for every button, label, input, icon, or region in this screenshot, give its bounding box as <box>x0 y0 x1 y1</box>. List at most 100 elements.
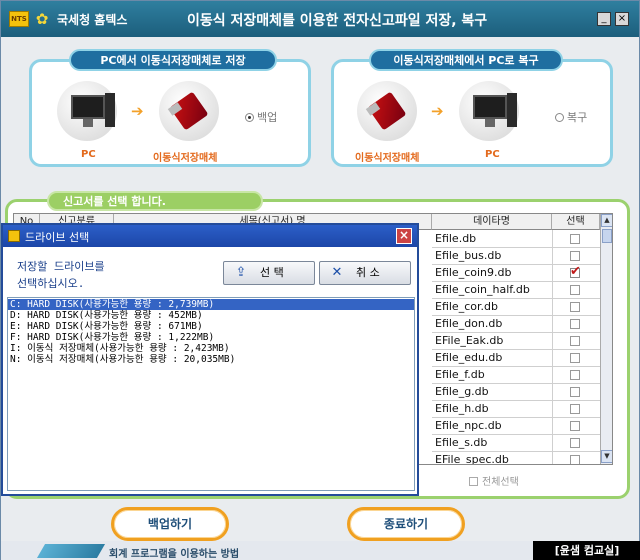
row-select-checkbox[interactable] <box>570 370 580 380</box>
footer-text[interactable]: 회계 프로그램을 이용하는 방법 <box>109 545 239 560</box>
usb-label: 이동식저장매체 <box>153 153 218 164</box>
vertical-scrollbar[interactable]: ▲ ▼ <box>600 214 612 464</box>
dialog-close-button[interactable]: × <box>396 228 412 244</box>
drive-item[interactable]: N: 이동식 저장매체(사용가능한 용량 : 20,035MB) <box>8 354 414 365</box>
restore-option-label: 복구 <box>567 111 588 124</box>
restore-option[interactable]: 복구 <box>555 109 587 125</box>
data-file-name: Efile_coin9.db <box>435 266 512 279</box>
usb-drive-icon <box>357 81 417 141</box>
upload-icon: ⇪ <box>235 265 247 280</box>
table-row[interactable]: Efile_s.db <box>432 435 602 452</box>
pc-label: PC <box>81 149 96 160</box>
data-file-name: Efile_npc.db <box>435 419 502 432</box>
table-row[interactable]: Efile_g.db <box>432 384 602 401</box>
table-row[interactable]: Efile_don.db <box>432 316 602 333</box>
drive-item[interactable]: C: HARD DISK(사용가능한 용량 : 2,739MB) <box>8 299 414 310</box>
title-bar: NTS ✿ 국세청 홈텍스 이동식 저장매체를 이용한 전자신고파일 저장, 복… <box>1 1 639 37</box>
col-header-data[interactable]: 데이타명 <box>432 214 552 230</box>
app-window: NTS ✿ 국세청 홈텍스 이동식 저장매체를 이용한 전자신고파일 저장, 복… <box>0 0 640 560</box>
data-file-name: Efile_h.db <box>435 402 489 415</box>
data-file-name: Efile_don.db <box>435 317 503 330</box>
table-row[interactable]: Efile_npc.db <box>432 418 602 435</box>
restore-panel-title: 이동식저장매체에서 PC로 복구 <box>369 49 563 71</box>
nts-logo: NTS <box>9 11 29 27</box>
data-file-name: Efile.db <box>435 232 477 245</box>
table-row[interactable]: Efile_f.db <box>432 367 602 384</box>
data-file-name: Efile_f.db <box>435 368 485 381</box>
row-select-checkbox[interactable] <box>570 421 580 431</box>
row-select-checkbox[interactable] <box>570 336 580 346</box>
table-row[interactable]: Efile.db <box>432 231 602 248</box>
dialog-title-bar: 드라이브 선택 × <box>3 225 417 247</box>
select-button-label: 선 택 <box>260 266 284 279</box>
drive-item[interactable]: D: HARD DISK(사용가능한 용량 : 452MB) <box>8 310 414 321</box>
table-row[interactable]: EFile_Eak.db <box>432 333 602 350</box>
table-row[interactable]: Efile_coin9.db <box>432 264 602 282</box>
backup-panel-title: PC에서 이동식저장매체로 저장 <box>69 49 277 71</box>
row-select-checkbox[interactable] <box>570 234 580 244</box>
row-select-checkbox[interactable] <box>570 387 580 397</box>
flower-logo-icon: ✿ <box>35 10 49 28</box>
data-file-name: Efile_bus.db <box>435 249 502 262</box>
row-select-checkbox[interactable] <box>570 353 580 363</box>
scroll-thumb[interactable] <box>602 229 612 243</box>
cancel-button-label: 취 소 <box>356 266 380 279</box>
row-select-checkbox[interactable] <box>570 264 581 279</box>
select-all-label: 전체선택 <box>482 477 519 488</box>
usb-label: 이동식저장매체 <box>355 153 420 164</box>
data-file-name: Efile_coin_half.db <box>435 283 530 296</box>
backup-button[interactable]: 백업하기 <box>111 507 229 541</box>
select-button[interactable]: ⇪ 선 택 <box>223 261 315 285</box>
drive-item[interactable]: F: HARD DISK(사용가능한 용량 : 1,222MB) <box>8 332 414 343</box>
row-select-checkbox[interactable] <box>570 302 580 312</box>
dialog-app-icon <box>8 230 20 242</box>
row-select-checkbox[interactable] <box>570 455 580 464</box>
select-all-checkbox[interactable] <box>469 477 478 486</box>
exit-button[interactable]: 종료하기 <box>347 507 465 541</box>
data-file-name: EFile_spec.db <box>435 453 509 465</box>
table-row[interactable]: Efile_h.db <box>432 401 602 418</box>
org-name: 국세청 홈텍스 <box>57 13 128 27</box>
table-row[interactable]: Efile_coin_half.db <box>432 282 602 299</box>
usb-drive-icon <box>159 81 219 141</box>
select-all[interactable]: 전체선택 <box>469 473 519 488</box>
window-title: 이동식 저장매체를 이용한 전자신고파일 저장, 복구 <box>187 13 488 29</box>
drive-list[interactable]: C: HARD DISK(사용가능한 용량 : 2,739MB) D: HARD … <box>7 297 415 491</box>
dialog-message-line1: 저장할 드라이브를 <box>17 260 105 273</box>
pc-icon <box>459 81 519 141</box>
table-row[interactable]: Efile_bus.db <box>432 248 602 265</box>
dialog-message-line2: 선택하십시오. <box>17 277 85 290</box>
dialog-title: 드라이브 선택 <box>25 231 90 244</box>
row-select-checkbox[interactable] <box>570 438 580 448</box>
scroll-down-icon[interactable]: ▼ <box>601 450 612 463</box>
arrow-right-icon: ➔ <box>431 102 444 120</box>
backup-option-label: 백업 <box>257 111 278 124</box>
close-button[interactable]: × <box>615 12 629 26</box>
table-row[interactable]: Efile_edu.db <box>432 350 602 367</box>
pc-label: PC <box>485 149 500 160</box>
restore-radio[interactable] <box>555 113 564 122</box>
table-row[interactable]: Efile_cor.db <box>432 299 602 316</box>
drive-item[interactable]: I: 이동식 저장매체(사용가능한 용량 : 2,423MB) <box>8 343 414 354</box>
arrow-right-icon: ➔ <box>131 102 144 120</box>
minimize-button[interactable]: _ <box>597 12 611 26</box>
backup-radio[interactable] <box>245 113 254 122</box>
drive-select-dialog: 드라이브 선택 × 저장할 드라이브를 선택하십시오. ⇪ 선 택 ✕ 취 소 … <box>1 223 419 496</box>
row-select-checkbox[interactable] <box>570 285 580 295</box>
drive-item[interactable]: E: HARD DISK(사용가능한 용량 : 671MB) <box>8 321 414 332</box>
cancel-x-icon: ✕ <box>331 265 343 280</box>
file-list-title: 신고서를 선택 합니다. <box>47 191 263 211</box>
table-row[interactable]: EFile_spec.db <box>432 452 602 465</box>
row-select-checkbox[interactable] <box>570 251 580 261</box>
footer-banner-icon <box>36 544 106 558</box>
data-file-name: EFile_Eak.db <box>435 334 504 347</box>
col-header-select[interactable]: 선택 <box>552 214 600 230</box>
cancel-button[interactable]: ✕ 취 소 <box>319 261 411 285</box>
row-select-checkbox[interactable] <box>570 319 580 329</box>
pc-icon <box>57 81 117 141</box>
backup-option[interactable]: 백업 <box>245 109 277 125</box>
data-file-name: Efile_cor.db <box>435 300 498 313</box>
scroll-up-icon[interactable]: ▲ <box>601 214 612 227</box>
row-select-checkbox[interactable] <box>570 404 580 414</box>
data-file-name: Efile_g.db <box>435 385 489 398</box>
